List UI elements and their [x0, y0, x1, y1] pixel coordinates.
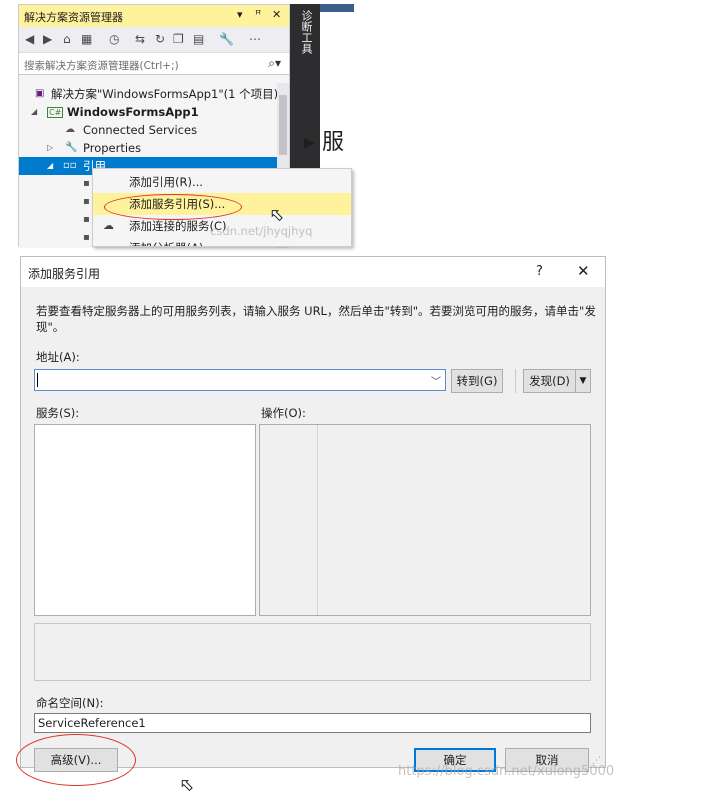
close-icon[interactable]: ✕ [577, 262, 590, 280]
address-input[interactable]: ﹀ [34, 369, 446, 391]
mouse-cursor-icon: ⬉ [179, 775, 194, 794]
connected-service-icon: ☁ [103, 219, 114, 232]
tree-item-solution[interactable]: ▣ 解决方案"WindowsFormsApp1"(1 个项目) [19, 85, 277, 103]
connected-services-icon: ☁ [65, 124, 75, 135]
namespace-input[interactable]: ServiceReference1 [34, 713, 591, 733]
dialog-title: 添加服务引用 [28, 267, 101, 281]
services-label: 服务(S): [36, 406, 80, 420]
button-separator [515, 369, 516, 393]
pending-changes-icon[interactable]: ◷ [109, 32, 119, 46]
tree-item-label: Connected Services [83, 123, 198, 137]
dialog-description: 若要查看特定服务器上的可用服务列表，请输入服务 URL，然后单击"转到"。若要浏… [36, 304, 596, 334]
discover-button[interactable]: 发现(D) [523, 369, 575, 393]
back-icon[interactable]: ◀ [25, 32, 34, 46]
reference-icon: ▪ [83, 214, 90, 225]
watermark: https://blog.csdn.net/xulong5000 [398, 764, 615, 779]
refresh-icon[interactable]: ↻ [155, 32, 165, 46]
expand-arrow-icon[interactable]: ◢ [31, 103, 37, 121]
csharp-project-icon: C# [47, 107, 64, 118]
menu-item-label: 添加引用(R)... [129, 175, 203, 189]
text-caret [37, 373, 38, 387]
search-icon[interactable]: ⌕▾ [268, 56, 281, 71]
pin-icon[interactable]: ꟸ [255, 8, 261, 21]
solution-explorer-title: 解决方案资源管理器 [24, 11, 123, 24]
background-editor-text: ▸ 服 [304, 130, 345, 155]
forward-icon[interactable]: ▶ [43, 32, 52, 46]
wrench-icon: 🔧 [65, 142, 78, 153]
address-label: 地址(A): [36, 350, 80, 364]
dialog-titlebar: 添加服务引用 ? ✕ [21, 257, 605, 287]
show-all-files-icon[interactable]: ▤ [193, 32, 204, 46]
sync-icon[interactable]: ⇆ [135, 32, 145, 46]
close-icon[interactable]: ✕ [272, 8, 281, 21]
switch-views-icon[interactable]: ▦ [81, 32, 92, 46]
tree-item-connected-services[interactable]: ☁ Connected Services [19, 121, 277, 139]
collapsed-arrow-icon[interactable]: ▷ [47, 139, 53, 157]
reference-icon: ▪ [83, 178, 90, 189]
editor-tab-strip [320, 4, 354, 12]
menu-item-label: 添加分析器(A)... [129, 237, 214, 246]
background-text: 服 [322, 130, 345, 155]
expand-arrow-icon[interactable]: ◢ [47, 157, 53, 175]
solution-explorer-search[interactable]: 搜索解决方案资源管理器(Ctrl+;) ⌕▾ [19, 53, 289, 75]
diagnostic-tools-label: 诊断工具 [300, 10, 313, 54]
reference-icon: ▪ [83, 232, 90, 243]
tree-item-label: 解决方案"WindowsFormsApp1"(1 个项目) [51, 87, 277, 101]
column-divider [317, 425, 318, 615]
menu-item-add-analyzer[interactable]: 添加分析器(A)... [93, 237, 351, 246]
chevron-down-icon[interactable]: ﹀ [431, 373, 441, 388]
tree-item-properties[interactable]: ▷ 🔧 Properties [19, 139, 277, 157]
collapse-all-icon[interactable]: ❐ [173, 32, 184, 46]
watermark: csdn.net/jhyqjhyq [210, 224, 313, 238]
services-list[interactable] [34, 424, 256, 616]
dropdown-icon[interactable]: ▾ [237, 8, 243, 21]
annotation-oval [104, 194, 242, 220]
tree-item-project[interactable]: ◢ C# WindowsFormsApp1 [19, 103, 277, 121]
home-icon[interactable]: ⌂ [63, 32, 71, 46]
solution-explorer-titlebar: 解决方案资源管理器 ▾ ꟸ ✕ [19, 5, 289, 27]
more-icon[interactable]: ⋯ [249, 32, 261, 46]
properties-wrench-icon[interactable]: 🔧 [219, 32, 234, 46]
references-icon: ▫▫ [63, 160, 77, 171]
search-placeholder: 搜索解决方案资源管理器(Ctrl+;) [24, 60, 179, 72]
tree-item-label: WindowsFormsApp1 [67, 105, 199, 119]
solution-icon: ▣ [35, 88, 45, 99]
operations-label: 操作(O): [261, 406, 306, 420]
scrollbar-thumb[interactable] [279, 95, 287, 155]
add-service-reference-dialog: 添加服务引用 ? ✕ 若要查看特定服务器上的可用服务列表，请输入服务 URL，然… [20, 256, 606, 772]
namespace-label: 命名空间(N): [36, 696, 104, 710]
annotation-oval [16, 734, 136, 786]
help-icon[interactable]: ? [536, 264, 543, 279]
solution-explorer-toolbar: ◀ ▶ ⌂ ▦ ◷ ⇆ ↻ ❐ ▤ 🔧 ⋯ [19, 27, 289, 53]
status-box [34, 623, 591, 681]
discover-dropdown-icon[interactable]: ▼ [575, 369, 591, 393]
tree-item-label: Properties [83, 141, 142, 155]
go-button[interactable]: 转到(G) [451, 369, 503, 393]
menu-item-add-reference[interactable]: 添加引用(R)... [93, 171, 351, 193]
mouse-cursor-icon: ⬉ [269, 205, 284, 225]
operations-list[interactable] [259, 424, 591, 616]
reference-icon: ▪ [83, 196, 90, 207]
